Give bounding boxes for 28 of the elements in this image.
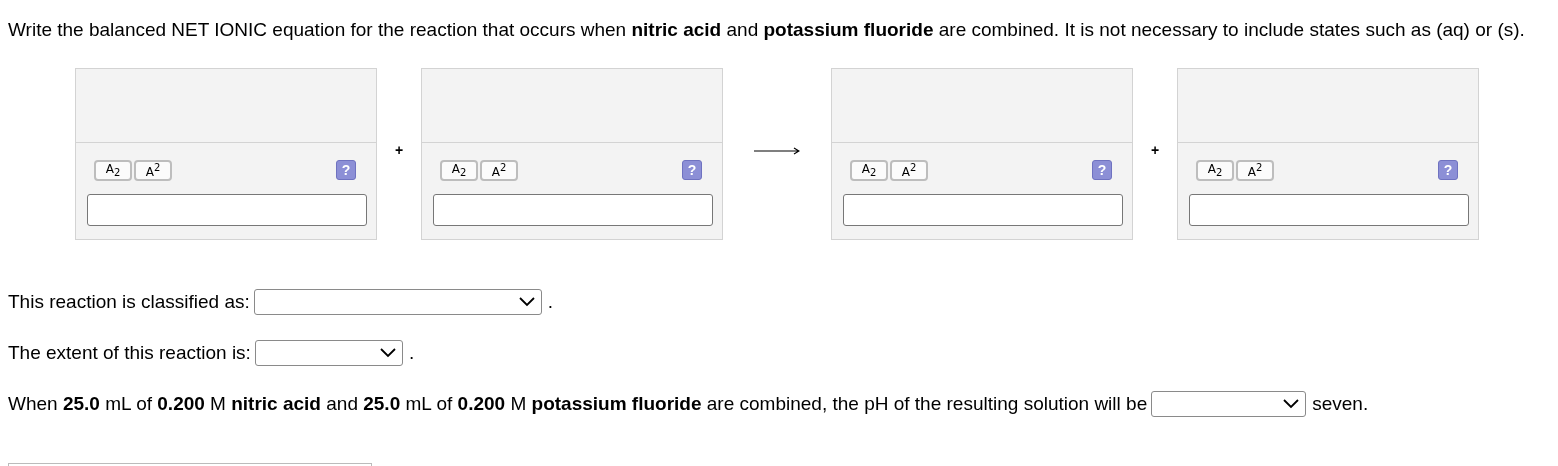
format-button[interactable]: A$^{2}$ (890, 159, 928, 181)
chevron-down-icon (1283, 399, 1300, 409)
input-field[interactable] (843, 194, 1123, 226)
punctuation-text: seven. (1312, 393, 1369, 415)
chevron-down-icon (379, 348, 396, 358)
punctuation-text: . (547, 291, 554, 313)
dropdown[interactable] (253, 289, 542, 315)
question-text: The extent of this reaction is: (8, 341, 251, 365)
format-button[interactable]: A$_{2}$ (850, 159, 888, 181)
chevron-down-icon (518, 297, 535, 307)
format-button[interactable]: A$^{2}$ (480, 159, 518, 181)
plus-sign: + (1150, 142, 1160, 158)
plus-sign: + (394, 142, 404, 158)
format-button[interactable]: A$^{2}$ (134, 159, 172, 181)
format-button[interactable]: A$_{2}$ (94, 159, 132, 181)
dropdown[interactable] (254, 340, 403, 366)
question-text: When 25.0 mL of 0.200 M nitric acid and 25.0 mL of 0.200 M potassium fluoride are combined, the pH of the resulting solution will be (8, 392, 1148, 416)
input-field[interactable] (433, 194, 713, 226)
input-field[interactable] (1189, 194, 1469, 226)
question-text: This reaction is classified as: (8, 290, 250, 314)
input-field[interactable] (87, 194, 367, 226)
format-button[interactable]: A$_{2}$ (440, 159, 478, 181)
format-button[interactable]: A$_{2}$ (1196, 159, 1234, 181)
question-text: Write the balanced NET IONIC equation for the reaction that occurs when nitric acid and potassium fluoride are combined. It is not necessary to include states such as (aq) or (s). (8, 18, 1526, 42)
dropdown[interactable] (1151, 391, 1307, 417)
arrow-icon (754, 147, 800, 155)
punctuation-text: . (408, 342, 415, 364)
format-button[interactable]: A$^{2}$ (1236, 159, 1274, 181)
